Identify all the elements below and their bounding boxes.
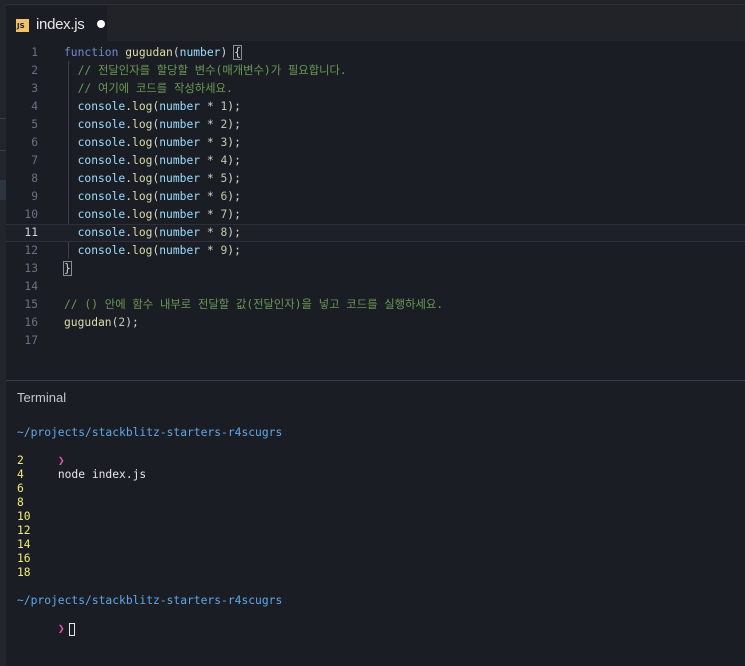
line-number: 16 — [24, 316, 38, 329]
code-line[interactable]: 4 console.log(number * 1); — [6, 98, 745, 116]
code-line[interactable]: 5 console.log(number * 2); — [6, 116, 745, 134]
code-text: } — [63, 261, 72, 276]
code-line[interactable]: 10 console.log(number * 7); — [6, 206, 745, 224]
terminal-input-line[interactable]: ❯ — [17, 608, 75, 636]
code-line[interactable]: 11 console.log(number * 8); — [6, 224, 745, 242]
line-number: 9 — [31, 190, 38, 203]
code-text: console.log(number * 7); — [77, 208, 241, 221]
terminal-output-line: 6 — [17, 482, 24, 495]
terminal-output-line: 8 — [17, 496, 24, 509]
code-line[interactable]: 9 console.log(number * 6); — [6, 188, 745, 206]
line-number: 15 — [24, 298, 38, 311]
terminal-output-line: 2 — [17, 454, 24, 467]
unsaved-dot-icon[interactable] — [97, 20, 105, 28]
code-line[interactable]: 14 — [6, 278, 745, 296]
line-number: 2 — [31, 64, 38, 77]
terminal-command: node index.js — [57, 468, 147, 481]
tab-title: index.js — [36, 16, 85, 33]
code-line[interactable]: 2 // 전달인자를 할당할 변수(매개변수)가 필요합니다. — [6, 62, 745, 80]
code-line[interactable]: 1 function gugudan(number) { — [6, 44, 745, 62]
code-text: console.log(number * 9); — [77, 244, 241, 257]
line-number: 3 — [31, 82, 38, 95]
line-number: 13 — [24, 262, 38, 275]
tab-bar-border — [6, 4, 745, 5]
terminal-output-line: 10 — [17, 510, 31, 523]
code-text: // () 안에 함수 내부로 전달할 값(전달인자)을 넣고 코드를 실행하세… — [64, 298, 444, 311]
terminal-path: ~/projects/stackblitz-starters-r4scugrs — [17, 426, 283, 439]
terminal-output-line: 18 — [17, 566, 31, 579]
code-line[interactable]: 12 console.log(number * 9); — [6, 242, 745, 260]
code-text: gugudan(2); — [64, 316, 139, 329]
code-text: console.log(number * 6); — [77, 190, 241, 203]
editor-tab-bar: JS index.js — [6, 0, 745, 41]
code-text: console.log(number * 3); — [77, 136, 241, 149]
code-line[interactable]: 7 console.log(number * 4); — [6, 152, 745, 170]
code-line[interactable]: 6 console.log(number * 3); — [6, 134, 745, 152]
terminal-header: Terminal — [6, 381, 745, 409]
terminal[interactable]: ~/projects/stackblitz-starters-r4scugrs … — [6, 418, 745, 666]
line-number: 10 — [24, 208, 38, 221]
terminal-cursor — [68, 622, 75, 636]
code-line[interactable]: 15 // () 안에 함수 내부로 전달할 값(전달인자)을 넣고 코드를 실행… — [6, 296, 745, 314]
code-text: // 전달인자를 할당할 변수(매개변수)가 필요합니다. — [77, 64, 347, 77]
code-text: console.log(number * 2); — [77, 118, 241, 131]
code-line[interactable]: 13} — [6, 260, 745, 278]
code-text: console.log(number * 8); — [77, 226, 241, 239]
line-number: 6 — [31, 136, 38, 149]
code-text: // 여기에 코드를 작성하세요. — [77, 82, 233, 95]
terminal-title: Terminal — [17, 390, 67, 405]
line-number: 8 — [31, 172, 38, 185]
code-text: console.log(number * 5); — [77, 172, 241, 185]
code-editor[interactable]: 1 function gugudan(number) { 2 // 전달인자를 할당… — [6, 41, 745, 379]
terminal-output-line: 4 — [17, 468, 24, 481]
code-line[interactable]: 17 — [6, 332, 745, 350]
line-number: 14 — [24, 280, 38, 293]
code-line[interactable]: 16 gugudan(2); — [6, 314, 745, 332]
terminal-path: ~/projects/stackblitz-starters-r4scugrs — [17, 594, 283, 607]
terminal-output-line: 16 — [17, 552, 31, 565]
terminal-command-line: ❯ node index.js — [17, 440, 146, 481]
code-text: console.log(number * 4); — [77, 154, 241, 167]
code-text: console.log(number * 1); — [77, 100, 241, 113]
line-number: 17 — [24, 334, 38, 347]
terminal-output-line: 14 — [17, 538, 31, 551]
workspace: JS index.js 1 function gugudan(number) { 2… — [6, 0, 745, 666]
code-line[interactable]: 3 // 여기에 코드를 작성하세요. — [6, 80, 745, 98]
line-number: 12 — [24, 244, 38, 257]
code-text: function gugudan(number) { — [64, 45, 242, 60]
terminal-output-line: 12 — [17, 524, 31, 537]
js-file-icon: JS — [16, 19, 29, 32]
line-number: 7 — [31, 154, 38, 167]
code-line[interactable]: 8 console.log(number * 5); — [6, 170, 745, 188]
prompt-icon: ❯ — [57, 622, 65, 635]
line-number: 11 — [24, 226, 38, 239]
line-number: 5 — [31, 118, 38, 131]
line-number: 4 — [31, 100, 38, 113]
line-number: 1 — [31, 46, 38, 59]
tab-index-js[interactable]: JS index.js — [6, 6, 107, 41]
prompt-icon: ❯ — [57, 454, 65, 467]
